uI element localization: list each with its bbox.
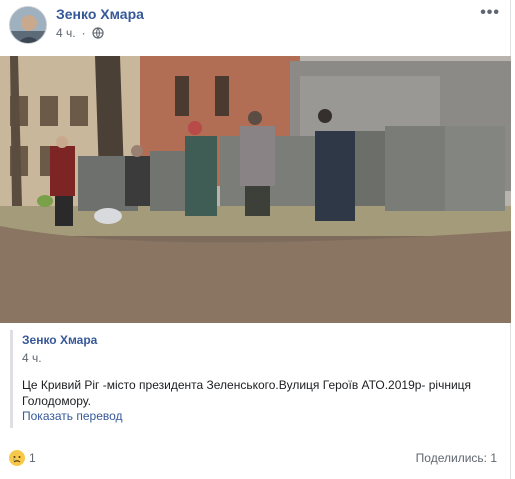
reaction-count: 1 (29, 451, 36, 465)
more-options-button[interactable]: ••• (480, 4, 500, 22)
author-avatar[interactable] (9, 6, 47, 44)
post-card: Зенко Хмара 4 ч. · ••• Зенко Хмара 4 ч. … (0, 0, 511, 479)
shares-count[interactable]: Поделились: 1 (416, 451, 497, 465)
photo-scene (0, 56, 511, 323)
see-translation-link[interactable]: Показать перевод (22, 409, 500, 423)
post-author-name[interactable]: Зенко Хмара (56, 6, 144, 22)
reactions-summary[interactable]: 1 (9, 450, 36, 466)
shared-post: Зенко Хмара 4 ч. Це Кривий Ріг -місто пр… (10, 330, 500, 428)
sad-reaction-icon (9, 450, 25, 466)
post-photo[interactable] (0, 56, 511, 323)
globe-icon[interactable] (91, 27, 104, 39)
shared-author-name[interactable]: Зенко Хмара (22, 333, 500, 347)
post-timestamp[interactable]: 4 ч. (56, 26, 76, 40)
shared-timestamp[interactable]: 4 ч. (22, 351, 500, 365)
post-meta: 4 ч. · (56, 26, 104, 40)
meta-separator: · (81, 26, 86, 40)
shared-post-text: Це Кривий Ріг -місто президента Зеленськ… (22, 378, 472, 408)
